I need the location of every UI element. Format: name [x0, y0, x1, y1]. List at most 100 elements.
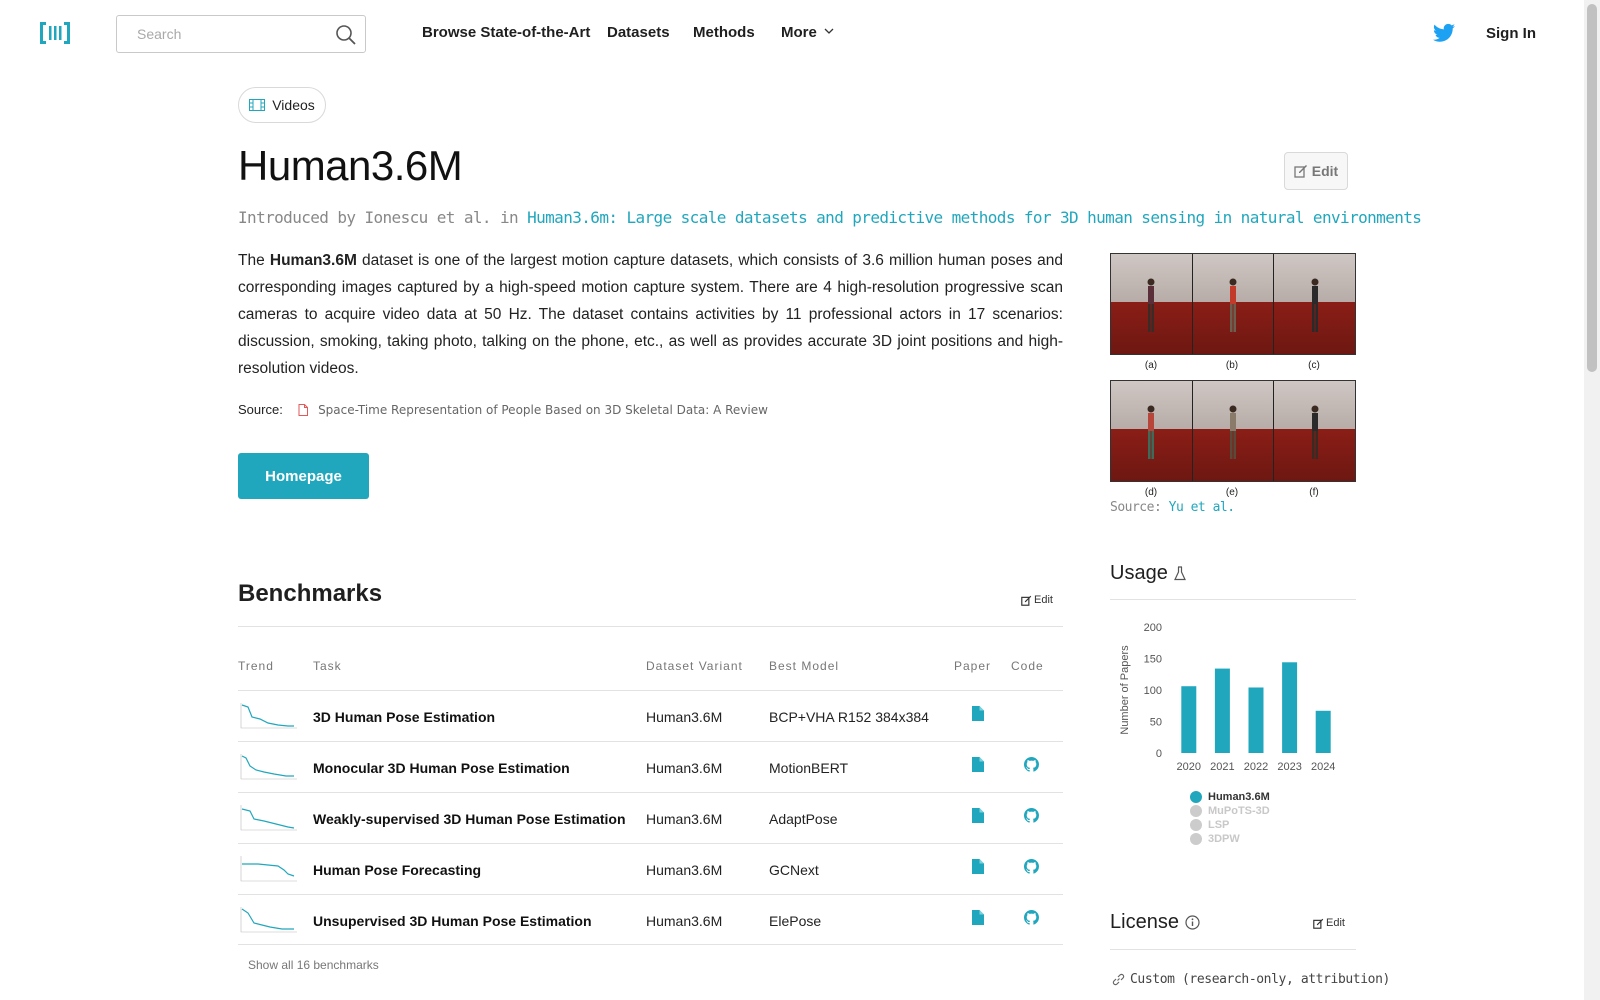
- sample-image: [1192, 254, 1275, 354]
- usage-title: Usage: [1110, 562, 1168, 584]
- papers-with-code-logo[interactable]: [40, 20, 70, 46]
- column-header-variant: Dataset Variant: [646, 659, 743, 673]
- chevron-down-icon: [824, 28, 834, 34]
- sign-in-link[interactable]: Sign In: [1486, 25, 1536, 42]
- sample-image: [1274, 381, 1356, 481]
- best-model[interactable]: GCNext: [769, 862, 819, 878]
- github-icon[interactable]: [1024, 808, 1039, 823]
- x-tick-label: 2022: [1244, 761, 1268, 773]
- usage-heading: Usage: [1110, 562, 1186, 585]
- github-icon[interactable]: [1024, 757, 1039, 772]
- github-icon[interactable]: [1024, 910, 1039, 925]
- paper-icon[interactable]: [972, 859, 984, 874]
- task-link[interactable]: 3D Human Pose Estimation: [313, 709, 495, 725]
- license-title: License: [1110, 911, 1179, 933]
- trend-sparkline[interactable]: [238, 905, 298, 935]
- nav-more-label: More: [781, 24, 817, 41]
- page-scrollbar[interactable]: [1584, 0, 1600, 1000]
- trend-sparkline[interactable]: [238, 803, 298, 833]
- dataset-variant: Human3.6M: [646, 862, 723, 878]
- dataset-variant: Human3.6M: [646, 811, 723, 827]
- legend-item[interactable]: MuPoTS-3D: [1190, 804, 1270, 818]
- task-link[interactable]: Weakly-supervised 3D Human Pose Estimati…: [313, 811, 626, 827]
- top-navbar: Browse State-of-the-Art Datasets Methods…: [0, 0, 1600, 66]
- page-title: Human3.6M: [238, 142, 463, 189]
- legend-item[interactable]: 3DPW: [1190, 832, 1270, 846]
- best-model[interactable]: AdaptPose: [769, 811, 838, 827]
- trend-sparkline[interactable]: [238, 752, 298, 782]
- sample-image: [1274, 254, 1356, 354]
- chart-bar: [1181, 686, 1197, 753]
- source-paper-link[interactable]: Space-Time Representation of People Base…: [318, 403, 768, 417]
- dataset-variant: Human3.6M: [646, 913, 723, 929]
- y-tick-label: 150: [1144, 654, 1162, 666]
- info-icon[interactable]: [1185, 915, 1200, 930]
- figure-caption: (b): [1225, 360, 1239, 371]
- paper-icon[interactable]: [972, 910, 984, 925]
- paper-icon[interactable]: [972, 706, 984, 721]
- trend-sparkline[interactable]: [238, 701, 298, 731]
- show-all-benchmarks-link[interactable]: Show all 16 benchmarks: [248, 958, 379, 972]
- figure-caption: (e): [1225, 487, 1239, 498]
- table-row[interactable]: Human Pose Forecasting Human3.6M GCNext: [238, 843, 1063, 894]
- best-model[interactable]: ElePose: [769, 913, 821, 929]
- search-box[interactable]: [116, 15, 366, 53]
- license-link[interactable]: Custom (research-only, attribution): [1112, 972, 1390, 987]
- homepage-button[interactable]: Homepage: [238, 453, 369, 499]
- column-header-code: Code: [1011, 659, 1044, 673]
- x-tick-label: 2023: [1277, 761, 1301, 773]
- y-tick-label: 200: [1144, 622, 1162, 634]
- column-header-paper: Paper: [954, 659, 992, 673]
- legend-label: 3DPW: [1208, 833, 1240, 845]
- nav-browse-sota[interactable]: Browse State-of-the-Art: [422, 24, 590, 41]
- figure-row-bottom: [1110, 380, 1356, 482]
- chart-legend: Human3.6M MuPoTS-3D LSP 3DPW: [1190, 790, 1270, 846]
- dataset-variant: Human3.6M: [646, 760, 723, 776]
- github-icon[interactable]: [1024, 859, 1039, 874]
- film-icon: [249, 99, 266, 111]
- intro-paper-link[interactable]: Human3.6m: Large scale datasets and pred…: [527, 208, 1422, 227]
- scrollbar-thumb[interactable]: [1587, 4, 1597, 372]
- best-model[interactable]: BCP+VHA R152 384x384: [769, 709, 929, 725]
- trend-sparkline[interactable]: [238, 854, 298, 884]
- figure-source-link[interactable]: Yu et al.: [1169, 500, 1235, 515]
- best-model[interactable]: MotionBERT: [769, 760, 848, 776]
- link-icon: [1112, 973, 1125, 986]
- nav-datasets[interactable]: Datasets: [607, 24, 670, 41]
- edit-benchmarks-button[interactable]: Edit: [1021, 594, 1053, 606]
- source-label: Source:: [238, 402, 283, 417]
- legend-item[interactable]: LSP: [1190, 818, 1270, 832]
- license-value: Custom (research-only, attribution): [1130, 972, 1390, 987]
- y-tick-label: 50: [1150, 717, 1162, 729]
- table-row[interactable]: Weakly-supervised 3D Human Pose Estimati…: [238, 792, 1063, 843]
- twitter-icon[interactable]: [1433, 23, 1455, 43]
- column-header-trend: Trend: [238, 659, 274, 673]
- edit-icon: [1021, 595, 1032, 606]
- task-link[interactable]: Monocular 3D Human Pose Estimation: [313, 760, 570, 776]
- modality-pill-videos[interactable]: Videos: [238, 87, 326, 123]
- nav-methods[interactable]: Methods: [693, 24, 755, 41]
- dataset-description: The Human3.6M dataset is one of the larg…: [238, 247, 1063, 382]
- table-row[interactable]: 3D Human Pose Estimation Human3.6M BCP+VHA…: [238, 690, 1063, 741]
- sample-image: [1192, 381, 1275, 481]
- table-row[interactable]: Monocular 3D Human Pose Estimation Human3…: [238, 741, 1063, 792]
- legend-item[interactable]: Human3.6M: [1190, 790, 1270, 804]
- divider: [1110, 949, 1356, 950]
- search-icon[interactable]: [335, 24, 357, 46]
- desc-dataset-name: Human3.6M: [269, 252, 357, 269]
- paper-icon[interactable]: [972, 808, 984, 823]
- paper-icon[interactable]: [972, 757, 984, 772]
- task-link[interactable]: Unsupervised 3D Human Pose Estimation: [313, 913, 592, 929]
- edit-license-button[interactable]: Edit: [1313, 917, 1345, 929]
- chart-bar: [1214, 668, 1230, 753]
- edit-dataset-button[interactable]: Edit: [1284, 152, 1348, 190]
- divider: [238, 626, 1063, 627]
- intro-line: Introduced by Ionescu et al. in Human3.6…: [238, 208, 1422, 227]
- task-link[interactable]: Human Pose Forecasting: [313, 862, 481, 878]
- nav-more[interactable]: More: [781, 24, 834, 41]
- table-row[interactable]: Unsupervised 3D Human Pose Estimation Hum…: [238, 894, 1063, 945]
- search-input[interactable]: [137, 26, 317, 42]
- y-tick-label: 0: [1156, 748, 1162, 760]
- pdf-icon: [298, 404, 309, 416]
- chart-bar: [1315, 710, 1331, 753]
